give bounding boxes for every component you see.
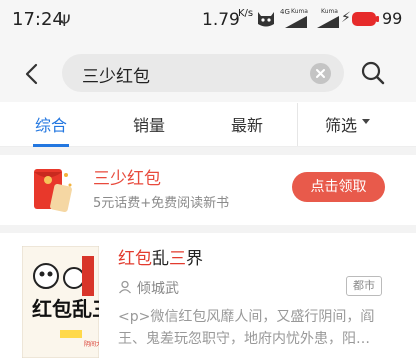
tab-sales[interactable]: 销量 xyxy=(133,112,165,136)
signal-icon: Kuma xyxy=(283,8,309,28)
tab-filter[interactable]: 筛选 xyxy=(325,112,357,136)
search-query[interactable]: 三少红包 xyxy=(82,62,150,87)
tab-divider xyxy=(297,103,298,146)
search-icon[interactable] xyxy=(360,60,386,86)
carrier-label-2: Kuma xyxy=(321,8,338,15)
tab-comprehensive[interactable]: 综合 xyxy=(35,112,67,136)
red-envelope-icon xyxy=(34,169,72,213)
carrier-label-1: Kuma xyxy=(291,8,308,15)
battery-nub xyxy=(376,16,379,22)
network-speed-unit: K/s xyxy=(238,8,254,19)
book-description: <p>微信红包风靡人间，又盛行阴间，阎王、鬼差玩忽职守，地府内忧外患，阳… xyxy=(118,309,375,347)
status-time: 17:24 xyxy=(12,9,64,30)
promo-title: 三少红包 xyxy=(93,169,161,189)
clear-icon[interactable] xyxy=(310,63,331,84)
back-arrow-icon[interactable] xyxy=(20,62,44,86)
battery-icon xyxy=(352,12,376,26)
title-highlight-1: 红包 xyxy=(118,249,152,269)
claim-button[interactable]: 点击领取 xyxy=(292,172,385,202)
genre-badge: 都市 xyxy=(346,276,382,296)
book-author: 倾城武 xyxy=(137,281,179,297)
usb-icon: Ψ xyxy=(58,11,71,30)
section-gap xyxy=(0,147,416,155)
tab-newest[interactable]: 最新 xyxy=(231,112,263,136)
title-part-2: 乱 xyxy=(152,249,169,269)
promo-subtitle: 5元话费+免费阅读新书 xyxy=(93,196,230,211)
battery-level: 99 xyxy=(382,9,403,28)
book-cover[interactable]: 红包乱三界 阴间大乱 xyxy=(22,246,99,358)
section-gap xyxy=(0,225,416,233)
book-title[interactable]: 红包乱三界 xyxy=(118,244,203,269)
title-highlight-2: 三 xyxy=(169,249,186,269)
charging-icon: ⚡ xyxy=(341,10,351,26)
caret-down-icon[interactable] xyxy=(362,119,370,124)
signal-icon-2: Kuma xyxy=(315,8,341,28)
title-part-4: 界 xyxy=(186,249,203,269)
author-icon xyxy=(119,280,131,294)
cover-side-text: 阴间大乱 xyxy=(84,340,99,348)
network-speed: 1.79 xyxy=(202,10,240,30)
cat-icon xyxy=(258,12,274,27)
cover-title-text: 红包乱三界 xyxy=(32,297,99,321)
